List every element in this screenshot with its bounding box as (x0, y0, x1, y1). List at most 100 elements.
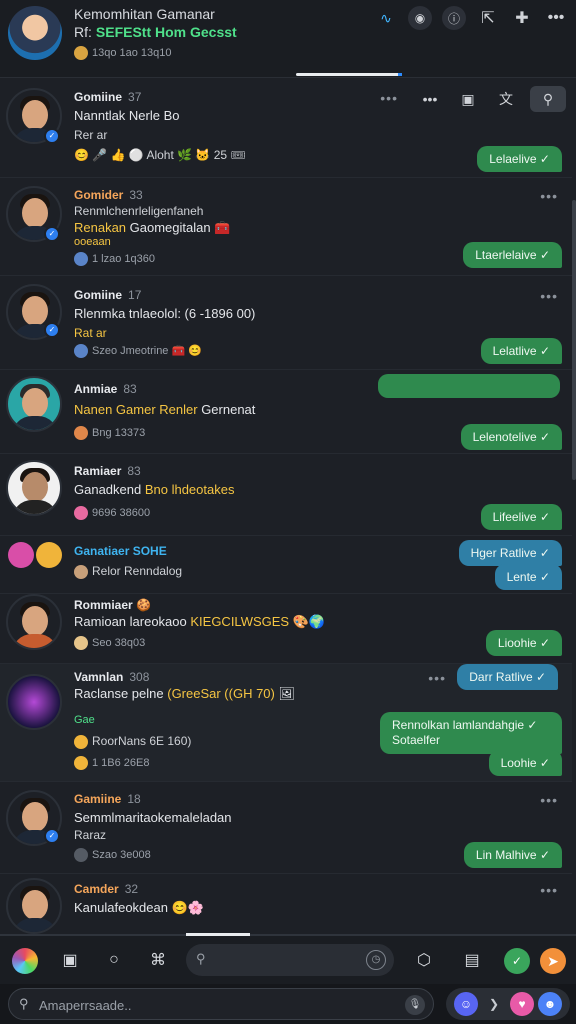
scrollbar[interactable] (572, 200, 576, 480)
square-icon[interactable]: ▣ (454, 86, 482, 112)
verified-badge: ✓ (44, 226, 60, 242)
message-preview: Rlenmka tnlaeolol: (6 -1896 00) (74, 306, 256, 321)
message-preview: Ramioan lareokaoo KIEGCILWSGES 🎨🌍 (74, 614, 326, 629)
message-sub: Gae (74, 714, 95, 726)
person-icon[interactable]: ◉ (408, 6, 432, 30)
conversation-list: ✓ Gomiine 37 Nanntlak Nerle Bo Rer ar 😊 🎤… (0, 80, 576, 934)
more-icon[interactable]: ••• (540, 792, 558, 808)
message-meta: Szeo Jmeotrine 🧰 😊 (74, 344, 202, 359)
message-bubble[interactable]: Ltaerlelaive ✓ (463, 242, 562, 268)
message-preview: Ganadkend Bno lhdeotakes (74, 482, 235, 497)
compose-bar: ⚲ 🎙 ☺ ❯ ♥ ☻ (0, 984, 576, 1024)
list-item[interactable]: Ganatiaer SOHE Relor Renndalog Hger Ratl… (0, 536, 572, 594)
shield-icon[interactable]: ⬡ (412, 948, 436, 972)
message-bubble[interactable]: Lin Malhive ✓ (463, 842, 562, 868)
message-bubble[interactable]: Lifeelive ✓ (480, 504, 562, 530)
more-icon[interactable]: ••• (544, 6, 568, 30)
avatar[interactable] (6, 460, 62, 516)
toolbar-search[interactable]: ⚲ ◷ (186, 944, 394, 976)
wave-icon[interactable]: ∿ (374, 6, 398, 30)
header: Kemomhitan Gamanar Rf: SEFEStt Hom Gecsst… (0, 0, 576, 78)
message-sub: Raraz (74, 828, 107, 842)
message-sub: Rer ar (74, 128, 108, 142)
compose-actions: ☺ ❯ ♥ ☻ (446, 988, 570, 1020)
meta-icon (74, 46, 88, 60)
contact-name: Gomiine 37 (74, 90, 142, 104)
bottom-toolbar: ▣ ○ ⌘ ⚲ ◷ ⬡ ▤ ✓ ➤ (0, 933, 576, 984)
avatar[interactable] (6, 878, 62, 934)
avatar[interactable] (6, 594, 62, 650)
translate-icon[interactable]: 文 (492, 86, 520, 112)
link-icon[interactable]: ⌘ (146, 948, 170, 972)
share-icon[interactable]: ⇱ (476, 6, 500, 30)
mic-icon[interactable]: 🎙 (405, 995, 425, 1015)
emoji-icon[interactable]: ☺ (454, 992, 478, 1016)
message-bubble[interactable]: Lente ✓ (494, 564, 562, 590)
app-logo-icon[interactable] (12, 948, 38, 974)
list-item[interactable]: Rommiaer 🍪 Ramioan lareokaoo KIEGCILWSGE… (0, 594, 572, 664)
list-item[interactable]: ✓ Gomider 33 Renmlchenrleligenfaneh Renak… (0, 178, 572, 276)
message-meta: RoorNans 6E 160) (74, 734, 191, 749)
message-preview: Kanulafeokdean 😊🌸 (74, 900, 204, 915)
message-preview: Nanen Gamer Renler Gernenat (74, 402, 256, 417)
list-item[interactable]: Ramiaer 83 Ganadkend Bno lhdeotakes 9696 … (0, 454, 572, 536)
message-input[interactable] (39, 995, 399, 1015)
message-bubble[interactable]: Rennolkan lamlandahgie ✓ Sotaelfer (380, 712, 562, 754)
more-icon[interactable]: ••• (540, 188, 558, 204)
more-icon[interactable]: ••• (428, 670, 446, 686)
chat-app: Kemomhitan Gamanar Rf: SEFEStt Hom Gecsst… (0, 0, 576, 1024)
more-icon[interactable]: ••• (540, 882, 558, 898)
subtitle-prefix: Rf: (74, 24, 92, 40)
message-sub: Renakan Gaomegitalan 🧰 (74, 220, 231, 235)
calendar-icon[interactable]: ▤ (460, 948, 484, 972)
contact-name: Anmiae 83 (74, 382, 137, 396)
verified-badge: ✓ (44, 128, 60, 144)
more-icon[interactable]: ••• (540, 288, 558, 304)
more-icon[interactable]: ••• (380, 90, 398, 106)
group-avatar[interactable] (36, 542, 62, 568)
header-actions: ∿ ◉ ⓘ ⇱ ✚ ••• (374, 6, 568, 30)
filter-icon[interactable]: ⚲ (530, 86, 566, 112)
contact-name: Rommiaer 🍪 (74, 598, 151, 612)
message-bubble[interactable]: Loohie ✓ (488, 750, 562, 776)
message-bubble[interactable]: Lioohie ✓ (485, 630, 562, 656)
status-icon[interactable]: ○ (102, 948, 126, 972)
puzzle-icon[interactable]: ✚ (510, 6, 534, 30)
message-meta: Relor Renndalog (74, 564, 182, 579)
header-title: Kemomhitan Gamanar (74, 6, 215, 22)
send-icon[interactable]: ➤ (540, 948, 566, 974)
avatar[interactable] (6, 674, 62, 730)
active-tab-indicator (186, 933, 250, 936)
list-item[interactable]: ✓ Gomiine 37 Nanntlak Nerle Bo Rer ar 😊 🎤… (0, 80, 572, 178)
header-subtitle: Rf: SEFEStt Hom Gecsst (74, 24, 237, 40)
gallery-icon[interactable]: ▣ (58, 948, 82, 972)
message-bubble[interactable]: Lelatlive ✓ (480, 338, 562, 364)
history-icon[interactable]: ◷ (366, 950, 386, 970)
list-item[interactable]: Anmiae 83 Nanen Gamer Renler Gernenat Bng… (0, 370, 572, 454)
message-sub: Rat ar (74, 326, 107, 340)
message-bubble[interactable]: Lelenotelive ✓ (460, 424, 562, 450)
message-bubble-empty[interactable] (378, 374, 560, 398)
message-bubble[interactable]: Darr Ratlive ✓ (457, 664, 558, 690)
message-meta: Bng 13373 (74, 426, 145, 440)
more-icon[interactable]: ••• (416, 86, 444, 112)
contact-name: Vamnlan 308 (74, 670, 150, 684)
list-item[interactable]: Vamnlan 308 Raclanse pelne (GreeSar ((GH … (0, 664, 572, 782)
list-item[interactable]: Camder 32 Kanulafeokdean 😊🌸 ••• (0, 874, 572, 934)
message-bubble[interactable]: Hger Ratlive ✓ (458, 540, 562, 566)
check-icon[interactable]: ✓ (504, 948, 530, 974)
contact-name: Gomiine 17 (74, 288, 142, 302)
react-icon[interactable]: ☻ (538, 992, 562, 1016)
heart-icon[interactable]: ♥ (510, 992, 534, 1016)
message-meta: 1 1B6 26E8 (74, 756, 150, 770)
list-item[interactable]: ✓ Gomiine 17 Rlenmka tnlaeolol: (6 -1896 … (0, 276, 572, 370)
message-tag: ooeaan (74, 236, 111, 248)
profile-avatar[interactable] (8, 6, 62, 60)
verified-badge: ✓ (44, 828, 60, 844)
info-icon[interactable]: ⓘ (442, 6, 466, 30)
group-avatar[interactable] (8, 542, 34, 568)
message-bubble[interactable]: Lelaelive ✓ (477, 146, 562, 172)
avatar[interactable] (6, 376, 62, 432)
sticker-icon[interactable]: ❯ (482, 992, 506, 1016)
list-item[interactable]: ✓ Gamiine 18 Semmlmaritaokemaleladan Rara… (0, 782, 572, 874)
